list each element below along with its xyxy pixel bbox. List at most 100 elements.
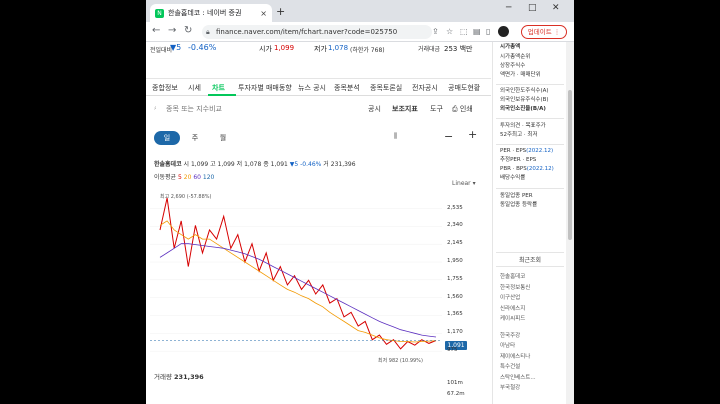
scrollbar[interactable] xyxy=(566,42,574,404)
open-value: 1,099 xyxy=(274,44,295,52)
sidebar-icon[interactable]: ▯ xyxy=(486,27,490,36)
max-price-label: 최고 2,690 (-57.88%) xyxy=(160,194,212,200)
period-month[interactable]: 월 xyxy=(216,131,230,145)
lower-limit-note: (하한가 768) xyxy=(350,47,385,54)
forward-arrow-icon[interactable]: → xyxy=(168,25,176,36)
info-listed-shares: 상장주식수 xyxy=(500,63,526,69)
extensions-icon[interactable]: ⬚ xyxy=(460,27,468,36)
y-tick-label: 975 xyxy=(447,347,458,354)
minimize-button[interactable]: ─ xyxy=(506,3,511,13)
scrollbar-thumb[interactable] xyxy=(568,90,572,240)
tools-button[interactable]: 도구 xyxy=(430,104,443,114)
candle-type-icon[interactable]: ⫼ xyxy=(394,132,397,141)
info-52week: 52주최고 · 최저 xyxy=(500,132,538,138)
price-chart[interactable] xyxy=(146,190,491,366)
recent-item[interactable]: 부국철강 xyxy=(500,383,520,391)
info-dividend: 배당수익률 xyxy=(500,175,526,181)
period-week[interactable]: 주 xyxy=(188,131,202,145)
recent-item[interactable]: 스탁인베스트... xyxy=(500,373,536,381)
tab-summary[interactable]: 종합정보 xyxy=(152,83,178,93)
tab-active[interactable]: N 한솔홈데코 : 네이버 증권 × xyxy=(150,4,272,22)
change-percent: -0.46% xyxy=(188,43,217,52)
quote-summary: 전일대비 ▼5 -0.46% 시가 1,099 저가 1,078 (하한가 76… xyxy=(146,42,491,59)
close-window-button[interactable]: ✕ xyxy=(552,3,560,13)
series-line-1 xyxy=(159,220,437,343)
recent-item[interactable]: 특수건설 xyxy=(500,362,520,370)
volume-tick-high: 101m xyxy=(447,380,463,386)
recent-item[interactable]: 신라에스지 xyxy=(500,304,525,312)
disclosure-toggle[interactable]: 공시 xyxy=(368,104,381,114)
volume-tick-mid: 67.2m xyxy=(447,391,465,397)
info-opinion: 투자의견 · 목표주가 xyxy=(500,123,546,129)
y-tick-label: 2,145 xyxy=(447,240,463,247)
period-day[interactable]: 일 xyxy=(154,131,180,145)
recent-item[interactable]: 케이씨피드 xyxy=(500,314,525,322)
back-arrow-icon[interactable]: ← xyxy=(152,25,160,36)
indicator-button[interactable]: 보조지표 xyxy=(392,104,418,114)
info-same-per: 동일업종 PER xyxy=(500,193,533,199)
y-tick-label: 2,340 xyxy=(447,222,463,229)
new-tab-button[interactable]: + xyxy=(276,5,285,18)
tab-close-icon[interactable]: × xyxy=(260,9,267,18)
divider xyxy=(496,252,564,253)
series-line-0 xyxy=(159,197,437,350)
recent-item[interactable]: 아남타 xyxy=(500,341,515,349)
zoom-in-icon[interactable]: + xyxy=(468,128,477,141)
tab-discussion[interactable]: 종목토론실 xyxy=(370,83,402,93)
info-market-cap: 시가총액 xyxy=(500,44,521,50)
share-icon[interactable]: ⇪ xyxy=(432,27,439,36)
info-per-eps: PER · EPS(2022.12) xyxy=(500,148,554,154)
print-button[interactable]: ⎙ 인쇄 xyxy=(452,104,473,114)
tab-news[interactable]: 뉴스 공시 xyxy=(298,83,326,93)
min-price-label: 최저 982 (10.99%) xyxy=(378,358,423,364)
reload-icon[interactable]: ↻ xyxy=(184,25,192,36)
browser-window: N 한솔홈데코 : 네이버 증권 × + ─ □ ✕ ← → ↻ 🔒︎ fina… xyxy=(146,0,574,404)
tab-short-selling[interactable]: 공매도현황 xyxy=(448,83,480,93)
low-value: 1,078 xyxy=(328,44,349,52)
info-same-rate: 동일업종 등락률 xyxy=(500,202,538,208)
profile-avatar-icon[interactable] xyxy=(498,26,509,37)
update-button[interactable]: 업데이트 ⋮ xyxy=(521,25,567,39)
zoom-out-icon[interactable]: − xyxy=(444,130,453,143)
tab-disclosure[interactable]: 전자공시 xyxy=(412,83,438,93)
maximize-button[interactable]: □ xyxy=(528,3,537,13)
url-text: finance.naver.com/item/fchart.naver?code… xyxy=(216,28,398,36)
y-tick-label: 1,365 xyxy=(447,311,463,318)
scale-select[interactable]: Linear ▾ xyxy=(452,180,476,187)
recent-views-title: 최근조회 xyxy=(518,257,542,264)
chart-legend-ohlc: 한솔홈데코 시 1,099 고 1,099 저 1,078 종 1,091 ▼5… xyxy=(154,161,356,168)
stock-nav-tabs: 종합정보 시세 차트 투자자별 매매동향 뉴스 공시 종목분석 종목토론실 전자… xyxy=(146,78,491,96)
y-tick-label: 1,755 xyxy=(447,275,463,282)
trade-amount-label: 거래대금 xyxy=(418,46,441,53)
address-bar-row: ← → ↻ 🔒︎ finance.naver.com/item/fchart.n… xyxy=(146,22,574,42)
compare-search-input[interactable] xyxy=(156,102,306,116)
y-tick-label: 1,560 xyxy=(447,293,463,300)
low-label: 저가 xyxy=(314,45,327,53)
tab-bar: N 한솔홈데코 : 네이버 증권 × + ─ □ ✕ xyxy=(146,0,574,22)
tab-analysis[interactable]: 종목분석 xyxy=(334,83,360,93)
change-value: ▼5 xyxy=(170,43,182,52)
bookmark-star-icon[interactable]: ☆ xyxy=(446,27,453,36)
recent-item[interactable]: 이구산업 xyxy=(500,293,520,301)
tab-investor-trend[interactable]: 투자자별 매매동향 xyxy=(238,83,292,93)
divider xyxy=(496,188,564,189)
recent-item[interactable]: 제이에스티나 xyxy=(500,352,530,360)
recent-item[interactable]: 한국정보통신 xyxy=(500,283,530,291)
divider xyxy=(496,266,564,267)
series-line-2 xyxy=(159,243,437,338)
recent-item[interactable]: 한솔홈데코 xyxy=(500,272,525,280)
url-field[interactable]: 🔒︎ finance.naver.com/item/fchart.naver?c… xyxy=(202,25,432,39)
active-tab-indicator xyxy=(208,94,236,96)
info-pbr-bps: PBR · BPS(2022.12) xyxy=(500,166,554,172)
lock-icon: 🔒︎ xyxy=(206,28,210,36)
info-foreign-limit: 외국인한도주식수(A) xyxy=(500,88,549,94)
naver-favicon-icon: N xyxy=(155,8,164,18)
tab-chart[interactable]: 차트 xyxy=(212,83,225,93)
reading-list-icon[interactable]: ▤ xyxy=(473,27,481,36)
recent-item[interactable]: 한국주강 xyxy=(500,331,520,339)
y-tick-label: 1,950 xyxy=(447,258,463,264)
info-foreign-owned: 외국인보유주식수(B) xyxy=(500,97,549,103)
volume-label: 거래량 231,396 xyxy=(154,373,204,381)
right-panel-divider xyxy=(492,42,493,404)
tab-price[interactable]: 시세 xyxy=(188,83,201,93)
